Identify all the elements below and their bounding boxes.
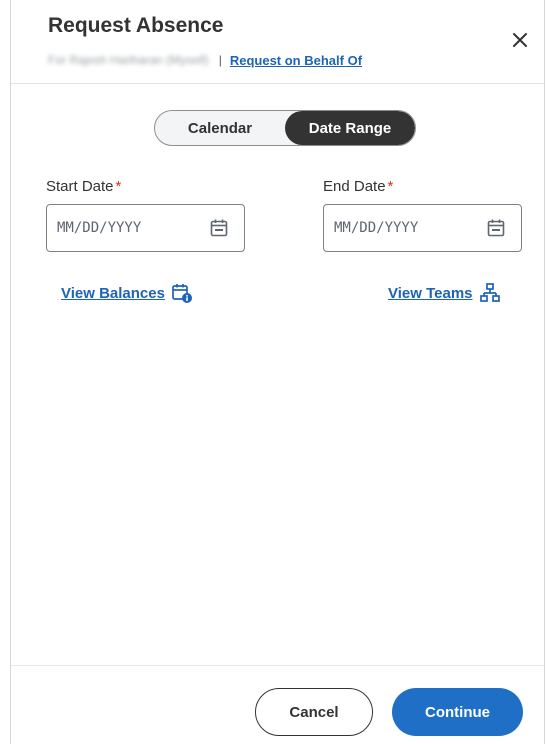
continue-button[interactable]: Continue — [392, 688, 523, 736]
close-icon — [513, 33, 527, 47]
view-teams: View Teams — [388, 282, 501, 304]
end-date-label-text: End Date — [323, 178, 386, 195]
request-absence-dialog: Request Absence For Rajesh Hariharan (My… — [10, 0, 545, 744]
start-date-label: Start Date * — [46, 178, 121, 195]
end-date-label: End Date * — [323, 178, 393, 195]
start-date-input[interactable]: MM/DD/YYYY — [46, 204, 245, 252]
calendar-info-icon[interactable] — [171, 282, 193, 304]
cancel-button[interactable]: Cancel — [255, 688, 373, 736]
org-chart-icon[interactable] — [479, 282, 501, 304]
dialog-footer: Cancel Continue — [11, 665, 544, 744]
view-mode-toggle: Calendar Date Range — [154, 110, 416, 146]
dialog-title: Request Absence — [48, 14, 224, 37]
required-marker: * — [387, 178, 394, 195]
request-on-behalf-link[interactable]: Request on Behalf Of — [230, 53, 362, 68]
end-date-placeholder: MM/DD/YYYY — [334, 220, 419, 236]
dialog-subtitle: For Rajesh Hariharan (Myself) | Request … — [48, 52, 362, 68]
worker-name: For Rajesh Hariharan (Myself) — [48, 53, 209, 67]
toggle-calendar[interactable]: Calendar — [155, 111, 285, 145]
view-balances: View Balances — [61, 282, 193, 304]
view-teams-link[interactable]: View Teams — [388, 285, 473, 302]
subtitle-separator: | — [218, 53, 222, 67]
end-date-input[interactable]: MM/DD/YYYY — [323, 204, 522, 252]
toggle-date-range[interactable]: Date Range — [285, 111, 415, 145]
start-date-label-text: Start Date — [46, 178, 114, 195]
required-marker: * — [115, 178, 122, 195]
view-balances-link[interactable]: View Balances — [61, 285, 165, 302]
dialog-header: Request Absence For Rajesh Hariharan (My… — [11, 0, 544, 84]
calendar-icon[interactable] — [485, 217, 507, 239]
close-button[interactable] — [506, 26, 534, 54]
start-date-placeholder: MM/DD/YYYY — [57, 220, 142, 236]
calendar-icon[interactable] — [208, 217, 230, 239]
